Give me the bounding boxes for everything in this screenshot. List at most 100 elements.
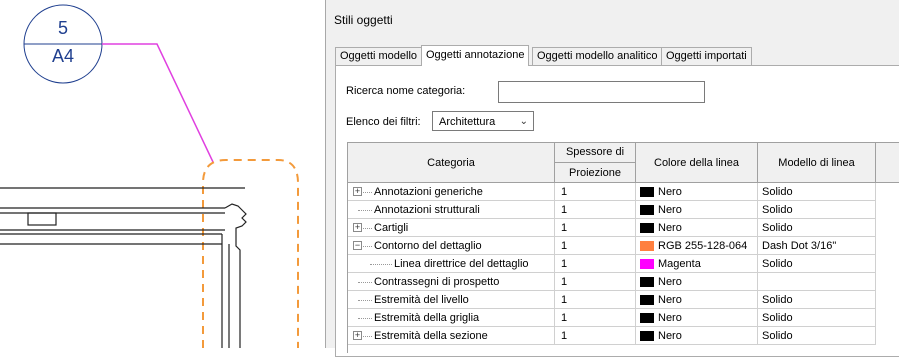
category-name: Linea direttrice del dettaglio [394,258,529,270]
table-row[interactable]: − Contorno del dettaglio 1 RGB 255-128-064 D… [348,237,899,255]
line-pattern-cell[interactable]: Solido [758,183,876,201]
header-line-weight[interactable]: Spessore di [555,143,636,163]
table-row[interactable]: Estremità del livello 1 Nero Solido [348,291,899,309]
line-color-cell[interactable]: Nero [636,327,758,345]
color-label: Magenta [658,258,701,270]
search-label: Ricerca nome categoria: [346,85,466,97]
color-swatch [640,295,654,305]
header-filler [876,143,899,183]
line-weight-cell[interactable]: 1 [555,201,636,219]
line-weight-cell[interactable]: 1 [555,255,636,273]
filter-label: Elenco dei filtri: [346,116,421,128]
dialog-title: Stili oggetti [334,13,393,27]
table-row[interactable]: + Estremità della sezione 1 Nero Solido [348,327,899,345]
line-pattern-cell[interactable]: Dash Dot 3/16" [758,237,876,255]
line-color-cell[interactable]: Nero [636,201,758,219]
line-pattern-cell[interactable]: Solido [758,291,876,309]
category-cell[interactable]: Contrassegni di prospetto [348,273,555,291]
category-cell[interactable]: + Estremità della sezione [348,327,555,345]
category-cell[interactable]: − Contorno del dettaglio [348,237,555,255]
line-color-cell[interactable]: Magenta [636,255,758,273]
section-tag-sheet: A4 [51,46,75,66]
expand-icon[interactable]: + [353,187,362,196]
tab-analytical-model-objects[interactable]: Oggetti modello analitico [532,47,663,65]
color-swatch [640,241,654,251]
line-color-cell[interactable]: Nero [636,273,758,291]
header-line-color[interactable]: Colore della linea [636,143,758,183]
color-swatch [640,277,654,287]
category-cell[interactable]: + Annotazioni generiche [348,183,555,201]
line-pattern-cell[interactable]: Solido [758,219,876,237]
line-color-cell[interactable]: RGB 255-128-064 [636,237,758,255]
tree-connector [358,210,372,211]
line-weight-cell[interactable]: 1 [555,273,636,291]
tab-model-objects[interactable]: Oggetti modello [335,47,423,65]
category-cell[interactable]: Estremità della griglia [348,309,555,327]
object-styles-dialog: Stili oggetti Oggetti modello Oggetti an… [325,0,899,357]
category-name: Cartigli [374,222,409,234]
line-weight-cell[interactable]: 1 [555,237,636,255]
color-swatch [640,223,654,233]
category-name: Estremità della griglia [374,312,480,324]
line-color-cell[interactable]: Nero [636,291,758,309]
line-weight-cell[interactable]: 1 [555,219,636,237]
search-input[interactable] [498,81,705,103]
line-pattern-cell[interactable]: Solido [758,201,876,219]
table-row[interactable]: Annotazioni strutturali 1 Nero Solido [348,201,899,219]
category-name: Annotazioni generiche [374,186,483,198]
tree-connector [363,192,372,193]
tab-annotation-objects[interactable]: Oggetti annotazione [421,45,530,66]
category-cell[interactable]: Estremità del livello [348,291,555,309]
expand-icon[interactable]: + [353,223,362,232]
tree-connector [370,264,392,265]
category-cell[interactable]: + Cartigli [348,219,555,237]
color-label: Nero [658,204,682,216]
line-color-cell[interactable]: Nero [636,219,758,237]
section-tag-number: 5 [57,18,68,38]
header-projection[interactable]: Proiezione [555,163,636,183]
tree-connector [363,228,372,229]
collapse-icon[interactable]: − [353,241,362,250]
line-color-cell[interactable]: Nero [636,309,758,327]
line-weight-cell[interactable]: 1 [555,183,636,201]
color-swatch [640,259,654,269]
color-label: Nero [658,312,682,324]
tree-connector [363,246,372,247]
tree-connector [358,282,372,283]
color-label: Nero [658,276,682,288]
table-row[interactable]: Estremità della griglia 1 Nero Solido [348,309,899,327]
category-cell[interactable]: Annotazioni strutturali [348,201,555,219]
line-pattern-cell[interactable]: Solido [758,309,876,327]
tab-imported-objects[interactable]: Oggetti importati [661,47,752,65]
color-label: Nero [658,294,682,306]
color-label: Nero [658,330,682,342]
expand-icon[interactable]: + [353,331,362,340]
line-weight-cell[interactable]: 1 [555,291,636,309]
color-swatch [640,187,654,197]
color-swatch [640,205,654,215]
color-swatch [640,313,654,323]
detail-leader-line [102,43,214,163]
category-cell[interactable]: Linea direttrice del dettaglio [348,255,555,273]
table-row[interactable]: + Annotazioni generiche 1 Nero Solido [348,183,899,201]
category-name: Contorno del dettaglio [374,240,482,252]
line-pattern-cell[interactable]: Solido [758,255,876,273]
category-name: Estremità della sezione [374,330,488,342]
table-row[interactable]: Contrassegni di prospetto 1 Nero [348,273,899,291]
header-category[interactable]: Categoria [348,143,555,183]
filter-select[interactable]: Architettura ⌄ [432,111,534,131]
category-name: Contrassegni di prospetto [374,276,500,288]
drawing-canvas[interactable]: 5 A4 [0,0,330,348]
table-row[interactable]: Linea direttrice del dettaglio 1 Magenta So… [348,255,899,273]
color-label: RGB 255-128-064 [658,240,748,252]
categories-table: Categoria Spessore di Proiezione Colore … [347,142,899,353]
line-pattern-cell[interactable]: Solido [758,327,876,345]
filter-select-value: Architettura [439,116,496,128]
line-weight-cell[interactable]: 1 [555,309,636,327]
line-pattern-cell[interactable] [758,273,876,291]
line-weight-cell[interactable]: 1 [555,327,636,345]
tree-connector [358,300,372,301]
line-color-cell[interactable]: Nero [636,183,758,201]
header-line-pattern[interactable]: Modello di linea [758,143,876,183]
table-row[interactable]: + Cartigli 1 Nero Solido [348,219,899,237]
